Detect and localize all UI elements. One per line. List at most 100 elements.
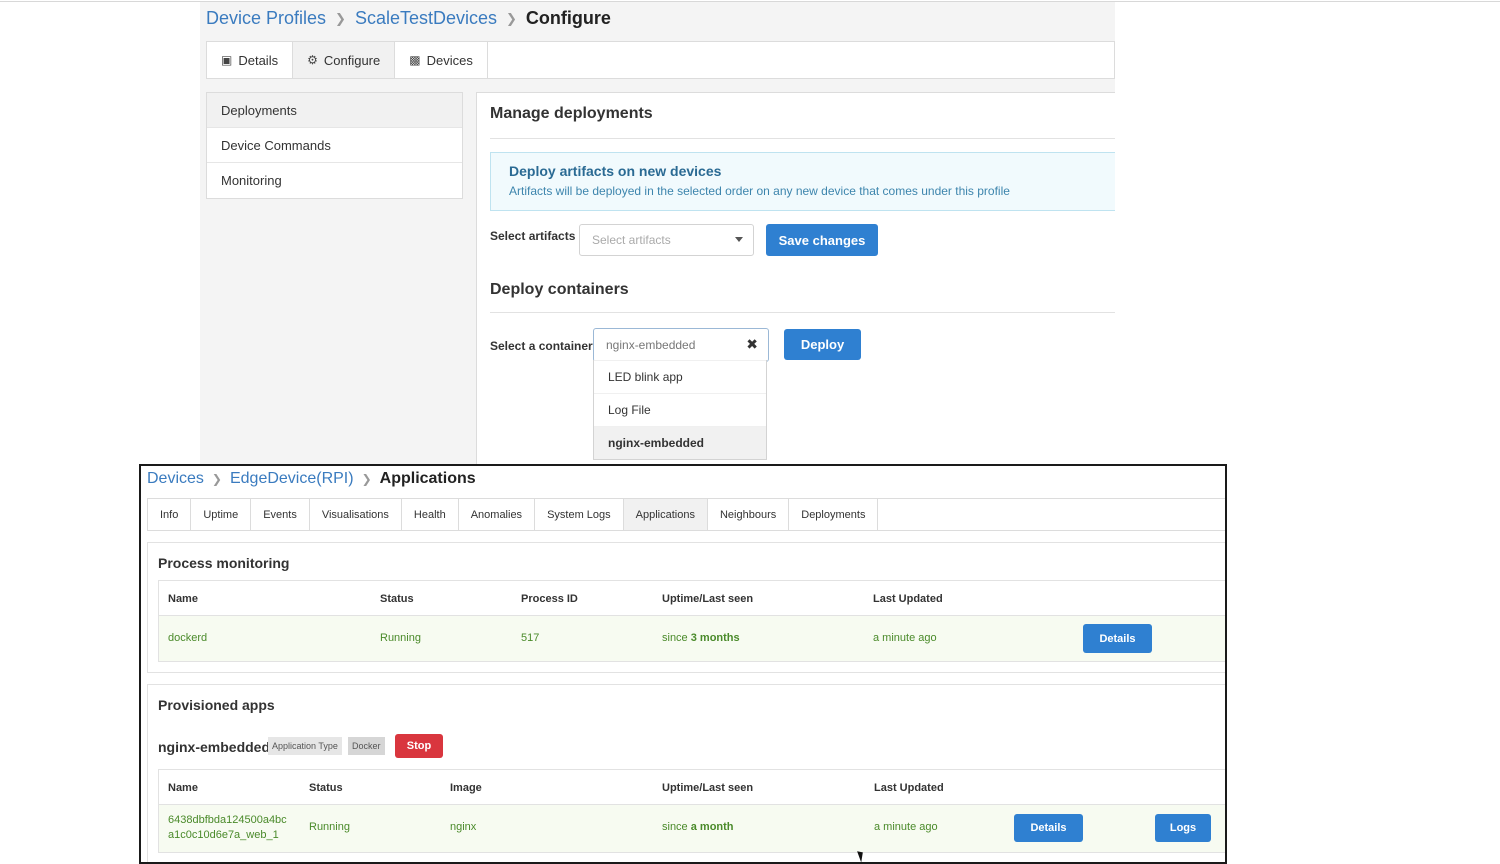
sidebar-item-deployments[interactable]: Deployments — [207, 93, 462, 128]
select-container-dropdown[interactable]: nginx-embedded ✖ — [593, 328, 769, 362]
breadcrumb-device-profiles[interactable]: Device Profiles — [206, 8, 326, 29]
option-led-blink-app[interactable]: LED blink app — [594, 360, 766, 393]
container-name: 6438dbfbda124500a4bc a1c0c10d6e7a_web_1 — [168, 813, 287, 843]
page-title: Applications — [379, 470, 476, 487]
divider — [490, 312, 1115, 313]
container-uptime: since a month — [662, 821, 734, 833]
devices-icon: ▩ — [409, 53, 421, 67]
col-status: Status — [309, 782, 343, 794]
clear-icon[interactable]: ✖ — [746, 336, 758, 353]
table-row: dockerd Running 517 since 3 months a min… — [158, 616, 1225, 662]
container-name-line2: a1c0c10d6e7a_web_1 — [168, 829, 279, 841]
col-last-updated: Last Updated — [873, 593, 943, 605]
sidebar-item-monitoring[interactable]: Monitoring — [207, 163, 462, 198]
container-options-list: LED blink app Log File nginx-embedded — [593, 360, 767, 460]
select-artifacts-label: Select artifacts — [490, 229, 576, 243]
container-image: nginx — [450, 821, 477, 833]
tab-info[interactable]: Info — [148, 499, 192, 530]
device-profile-configure-view: Device Profiles ❯ ScaleTestDevices ❯ Con… — [200, 2, 1115, 464]
uptime-value: a month — [690, 821, 734, 833]
tab-system-logs[interactable]: System Logs — [535, 499, 624, 530]
section-title: Process monitoring — [158, 555, 290, 571]
stop-button[interactable]: Stop — [395, 734, 443, 758]
provisioned-apps-section: Provisioned apps nginx-embedded Applicat… — [147, 684, 1225, 862]
process-name: dockerd — [168, 632, 208, 644]
panel-title: Manage deployments — [490, 105, 653, 122]
chevron-right-icon: ❯ — [211, 472, 222, 486]
uptime-value: 3 months — [690, 632, 740, 644]
device-tabs: Info Uptime Events Visualisations Health… — [147, 498, 1225, 531]
table-header: Name Status Process ID Uptime/Last seen … — [158, 580, 1225, 616]
tab-label: Devices — [426, 52, 473, 68]
breadcrumb-edgedevice[interactable]: EdgeDevice(RPI) — [230, 470, 354, 488]
tab-applications[interactable]: Applications — [623, 499, 708, 530]
page-title: Configure — [525, 8, 611, 28]
info-text: Artifacts will be deployed in the select… — [509, 184, 1010, 198]
col-uptime: Uptime/Last seen — [662, 782, 754, 794]
breadcrumb-devices[interactable]: Devices — [147, 470, 204, 488]
manage-deployments-panel: Manage deployments Deploy artifacts on n… — [476, 92, 1115, 464]
section-title: Provisioned apps — [158, 697, 275, 713]
tab-anomalies[interactable]: Anomalies — [459, 499, 536, 530]
process-status: Running — [380, 632, 421, 644]
info-title: Deploy artifacts on new devices — [509, 163, 722, 179]
tab-label: Configure — [323, 52, 381, 68]
process-monitoring-section: Process monitoring Name Status Process I… — [147, 542, 1225, 673]
table-row: 6438dbfbda124500a4bc a1c0c10d6e7a_web_1 R… — [158, 805, 1225, 853]
save-changes-button[interactable]: Save changes — [766, 224, 878, 256]
chevron-right-icon: ❯ — [506, 10, 517, 26]
table-header: Name Status Image Uptime/Last seen Last … — [158, 769, 1225, 805]
tab-details[interactable]: ▣ Details — [207, 42, 294, 78]
tab-events[interactable]: Events — [251, 499, 310, 530]
tab-deployments[interactable]: Deployments — [789, 499, 879, 530]
sidebar-item-device-commands[interactable]: Device Commands — [207, 128, 462, 163]
gears-icon: ⚙ — [307, 53, 318, 67]
details-button[interactable]: Details — [1083, 624, 1152, 653]
selected-value: nginx-embedded — [606, 338, 696, 352]
select-container-label: Select a container — [490, 339, 593, 353]
tab-health[interactable]: Health — [402, 499, 459, 530]
device-applications-view: Devices ❯ EdgeDevice(RPI) ❯ Applications… — [139, 464, 1227, 864]
tab-devices[interactable]: ▩ Devices — [395, 42, 488, 78]
container-last-updated: a minute ago — [874, 821, 938, 833]
col-last-updated: Last Updated — [874, 782, 944, 794]
uptime-prefix: since — [662, 821, 691, 833]
chevron-right-icon: ❯ — [361, 472, 372, 486]
col-process-id: Process ID — [521, 593, 578, 605]
details-button[interactable]: Details — [1014, 814, 1083, 842]
caret-down-icon — [735, 237, 743, 242]
container-name-line1: 6438dbfbda124500a4bc — [168, 814, 287, 826]
tab-label: Details — [238, 52, 279, 68]
uptime-prefix: since — [662, 632, 691, 644]
configure-sidebar: Deployments Device Commands Monitoring — [206, 92, 463, 199]
tab-uptime[interactable]: Uptime — [191, 499, 252, 530]
tab-configure[interactable]: ⚙ Configure — [293, 42, 396, 78]
docker-badge: Docker — [348, 737, 385, 755]
breadcrumb: Devices ❯ EdgeDevice(RPI) ❯ Applications — [147, 470, 476, 488]
deploy-containers-title: Deploy containers — [490, 281, 629, 298]
breadcrumb: Device Profiles ❯ ScaleTestDevices ❯ Con… — [206, 8, 611, 29]
chevron-right-icon: ❯ — [335, 10, 346, 26]
process-id: 517 — [521, 632, 540, 644]
placeholder: Select artifacts — [592, 233, 671, 247]
select-artifacts-dropdown[interactable]: Select artifacts — [579, 224, 754, 256]
col-status: Status — [380, 593, 414, 605]
logs-button[interactable]: Logs — [1155, 814, 1211, 842]
container-status: Running — [309, 821, 350, 833]
breadcrumb-scaletestdevices[interactable]: ScaleTestDevices — [355, 8, 497, 29]
app-name: nginx-embedded — [158, 739, 271, 755]
deploy-button[interactable]: Deploy — [784, 329, 861, 360]
col-uptime: Uptime/Last seen — [662, 593, 754, 605]
application-type-badge: Application Type — [268, 737, 342, 755]
info-alert: Deploy artifacts on new devices Artifact… — [490, 152, 1115, 211]
option-nginx-embedded[interactable]: nginx-embedded — [594, 426, 766, 459]
divider — [490, 138, 1115, 139]
col-name: Name — [168, 782, 198, 794]
process-uptime: since 3 months — [662, 632, 740, 644]
tab-neighbours[interactable]: Neighbours — [708, 499, 790, 530]
tab-visualisations[interactable]: Visualisations — [310, 499, 402, 530]
col-image: Image — [450, 782, 482, 794]
profile-tabs: ▣ Details ⚙ Configure ▩ Devices — [206, 41, 1115, 79]
option-log-file[interactable]: Log File — [594, 393, 766, 426]
col-name: Name — [168, 593, 198, 605]
